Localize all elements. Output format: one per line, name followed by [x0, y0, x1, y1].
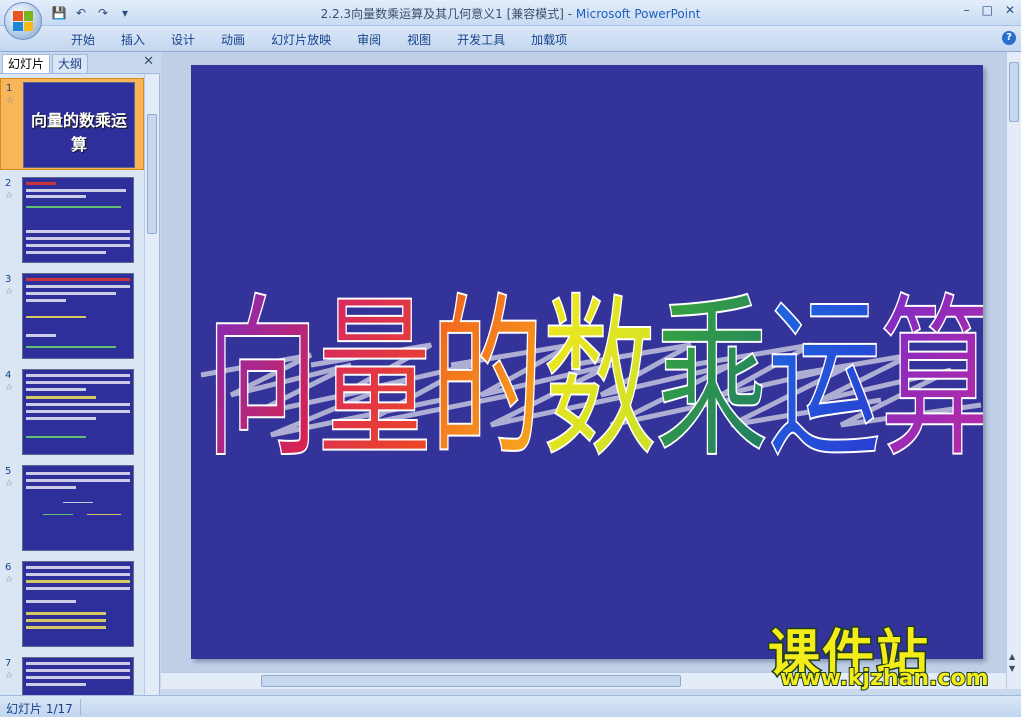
slide-number: 6 — [5, 562, 12, 573]
slide-editing-area: 向 量 的 数 乘 运 算 — [161, 52, 1006, 672]
slide-number: 5 — [5, 466, 12, 477]
window-controls: – □ ✕ — [964, 3, 1015, 17]
tab-view[interactable]: 视图 — [394, 31, 444, 49]
watermark-logo: 课件站 www.kjzhan.com — [766, 612, 1008, 694]
tab-home[interactable]: 开始 — [58, 31, 108, 49]
office-button[interactable] — [4, 2, 42, 40]
prev-slide-icon[interactable]: ▲ — [1009, 652, 1015, 661]
star-icon: ☆ — [5, 287, 14, 297]
next-slide-icon[interactable]: ▼ — [1009, 664, 1015, 673]
slide-thumbnail-4[interactable]: 4 ☆ — [0, 366, 144, 458]
app-name: Microsoft PowerPoint — [575, 7, 701, 21]
thumbnail-image — [22, 273, 134, 359]
scrollbar-thumb[interactable] — [261, 675, 681, 687]
star-icon: ☆ — [5, 479, 14, 489]
tab-developer[interactable]: 开发工具 — [444, 31, 518, 49]
slide-thumbnail-1[interactable]: 1 ☆ 向量的数乘运算 — [0, 78, 144, 170]
tab-slideshow[interactable]: 幻灯片放映 — [258, 31, 344, 49]
minimize-button[interactable]: – — [964, 3, 970, 17]
thumbnail-list: 1 ☆ 向量的数乘运算 2 ☆ 3 ☆ 4 ☆ 5 ☆ 6 ☆ 7 ☆ — [0, 78, 144, 695]
slide-thumbnail-5[interactable]: 5 ☆ — [0, 462, 144, 554]
thumbnail-image — [22, 561, 134, 647]
title-char: 乘 — [655, 278, 769, 482]
title-char: 量 — [318, 278, 432, 482]
star-icon: ☆ — [5, 383, 14, 393]
slide-counter: 幻灯片 1/17 — [6, 702, 73, 716]
close-button[interactable]: ✕ — [1005, 3, 1015, 17]
slide-number: 2 — [5, 178, 12, 189]
tab-design[interactable]: 设计 — [158, 31, 208, 49]
slide-canvas: 向 量 的 数 乘 运 算 — [200, 277, 983, 483]
tab-review[interactable]: 审阅 — [344, 31, 394, 49]
current-slide[interactable]: 向 量 的 数 乘 运 算 — [191, 65, 983, 659]
watermark-url: www.kjzhan.com — [779, 665, 990, 692]
tab-addins[interactable]: 加载项 — [518, 31, 580, 49]
thumbnail-image — [22, 177, 134, 263]
star-icon: ☆ — [5, 575, 14, 585]
title-char: 算 — [880, 278, 983, 482]
title-char: 的 — [430, 278, 544, 482]
slide-number: 4 — [5, 370, 12, 381]
thumbnail-title: 向量的数乘运算 — [30, 111, 127, 154]
slide-thumbnail-2[interactable]: 2 ☆ — [0, 174, 144, 266]
title-bar: 💾 ↶ ↷ ▾ 2.2.3向量数乘运算及其几何意义1 [兼容模式] - Micr… — [0, 0, 1021, 26]
thumbnail-image: 向量的数乘运算 — [23, 82, 135, 168]
slide-title: 向 量 的 数 乘 运 算 — [204, 277, 983, 483]
slide-thumbnail-7[interactable]: 7 ☆ — [0, 654, 144, 695]
title-char: 运 — [768, 278, 882, 482]
ribbon-tabs: 开始 插入 设计 动画 幻灯片放映 审阅 视图 开发工具 加载项 — [58, 31, 580, 49]
document-title: 2.2.3向量数乘运算及其几何意义1 [兼容模式] - — [320, 7, 576, 21]
scrollbar-thumb[interactable] — [147, 114, 157, 234]
status-bar: 幻灯片 1/17 — [0, 695, 1021, 717]
thumbnail-image — [22, 657, 134, 695]
panel-tabs: 幻灯片 大纲 ✕ — [0, 52, 160, 74]
thumbnail-image — [22, 465, 134, 551]
vertical-scrollbar[interactable]: ▲ ▼ — [1006, 52, 1021, 689]
tab-insert[interactable]: 插入 — [108, 31, 158, 49]
slide-thumbnail-3[interactable]: 3 ☆ — [0, 270, 144, 362]
slides-panel: 幻灯片 大纲 ✕ 1 ☆ 向量的数乘运算 2 ☆ 3 ☆ 4 ☆ 5 ☆ 6 ☆… — [0, 52, 160, 695]
maximize-button[interactable]: □ — [982, 3, 993, 17]
title-char: 数 — [543, 278, 657, 482]
slide-number: 1 — [6, 83, 13, 94]
close-icon[interactable]: ✕ — [143, 54, 154, 69]
star-icon: ☆ — [5, 191, 14, 201]
star-icon: ☆ — [6, 96, 15, 106]
thumbnail-image — [22, 369, 134, 455]
status-divider — [80, 699, 81, 715]
tab-slides[interactable]: 幻灯片 — [2, 54, 51, 73]
title-char: 向 — [205, 278, 319, 482]
slide-thumbnail-6[interactable]: 6 ☆ — [0, 558, 144, 650]
office-logo-icon — [13, 11, 33, 31]
tab-outline[interactable]: 大纲 — [52, 54, 89, 73]
star-icon: ☆ — [5, 671, 14, 681]
ribbon: 开始 插入 设计 动画 幻灯片放映 审阅 视图 开发工具 加载项 ? — [0, 26, 1021, 52]
scrollbar-thumb[interactable] — [1009, 62, 1019, 122]
window-title: 2.2.3向量数乘运算及其几何意义1 [兼容模式] - Microsoft Po… — [0, 5, 1021, 22]
slide-number: 3 — [5, 274, 12, 285]
tab-animation[interactable]: 动画 — [208, 31, 258, 49]
help-icon[interactable]: ? — [1002, 31, 1016, 45]
slide-number: 7 — [5, 658, 12, 669]
thumbnail-scrollbar[interactable] — [144, 74, 159, 695]
